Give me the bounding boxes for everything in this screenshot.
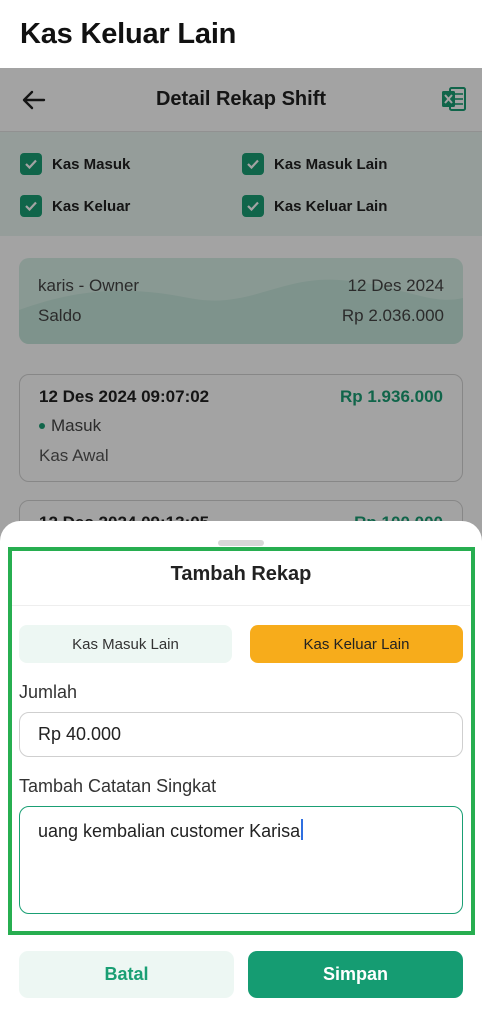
text-cursor: [301, 819, 304, 840]
tab-kas-masuk-lain[interactable]: Kas Masuk Lain: [19, 625, 232, 663]
note-value: uang kembalian customer Karisa: [38, 821, 301, 841]
save-button[interactable]: Simpan: [248, 951, 463, 998]
note-label: Tambah Catatan Singkat: [19, 776, 217, 796]
note-textarea[interactable]: uang kembalian customer Karisa: [19, 806, 463, 914]
add-rekap-sheet: Tambah Rekap Kas Masuk Lain Kas Keluar L…: [0, 521, 482, 1024]
divider: [12, 605, 470, 606]
cancel-button[interactable]: Batal: [19, 951, 234, 998]
amount-value: Rp 40.000: [38, 724, 122, 744]
sheet-title: Tambah Rekap: [170, 563, 312, 585]
page-heading: Kas Keluar Lain: [20, 18, 237, 50]
amount-label: Jumlah: [19, 682, 78, 702]
amount-input[interactable]: Rp 40.000: [19, 712, 463, 757]
tab-kas-keluar-lain[interactable]: Kas Keluar Lain: [250, 625, 463, 663]
drag-handle[interactable]: [218, 540, 264, 546]
